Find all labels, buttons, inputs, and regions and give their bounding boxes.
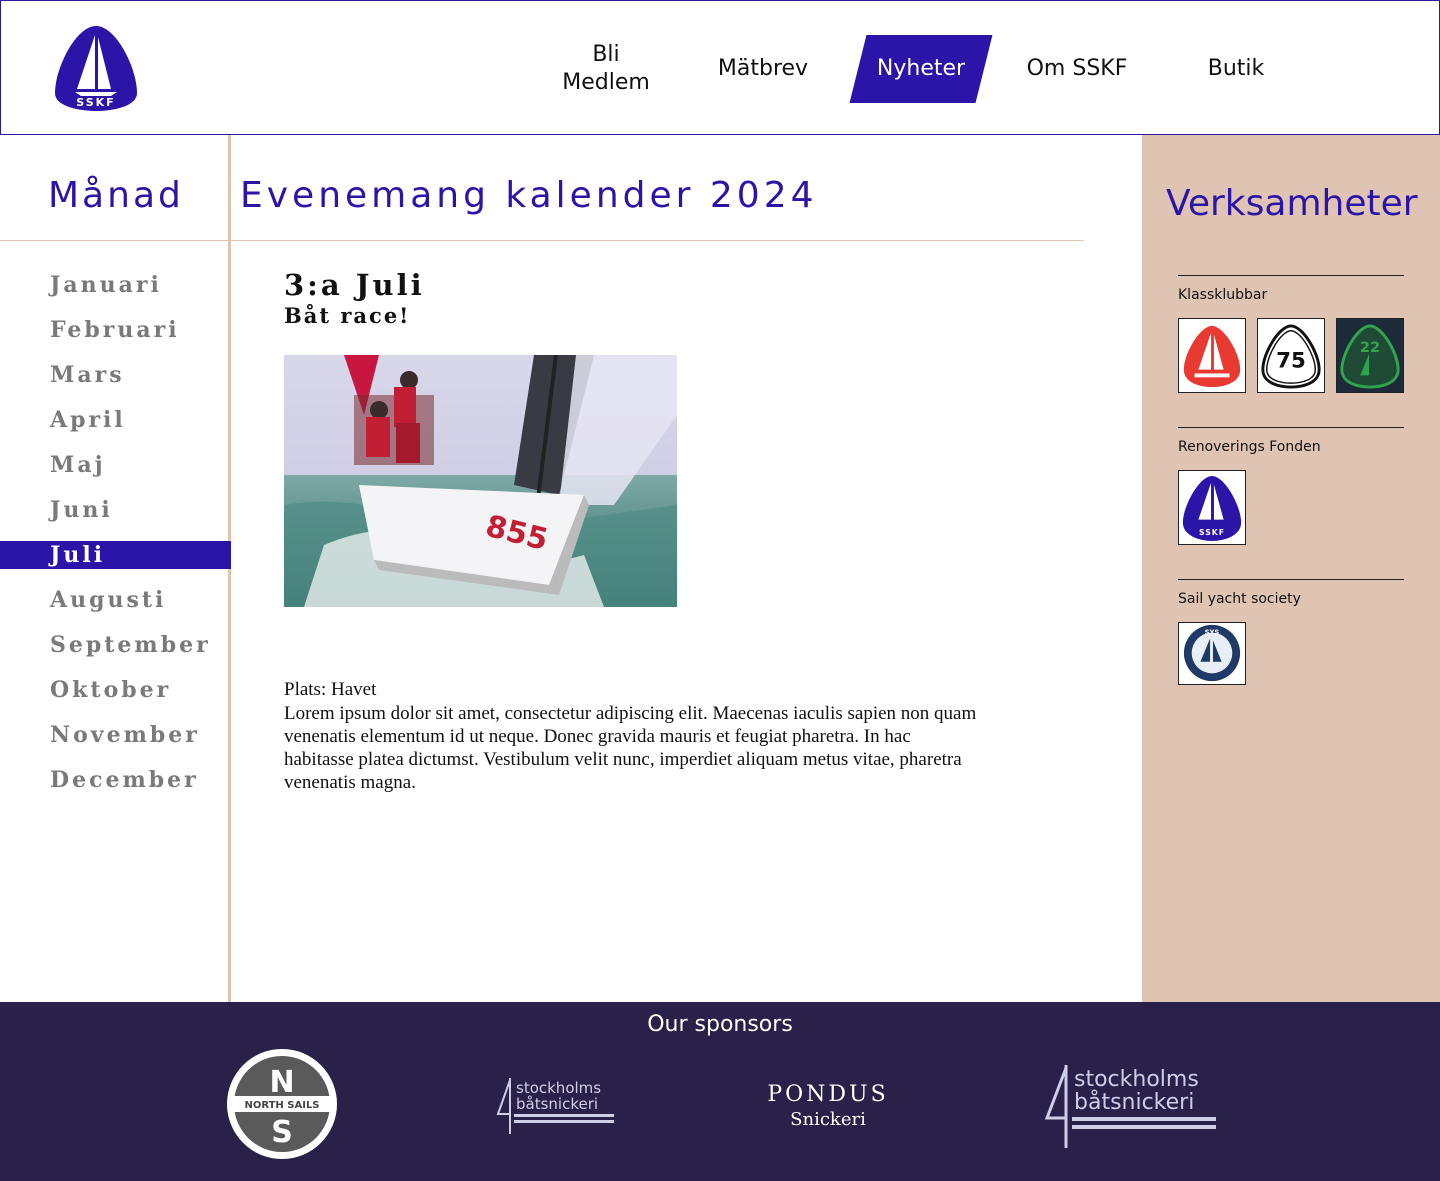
month-september[interactable]: September bbox=[0, 622, 231, 667]
month-april[interactable]: April bbox=[0, 397, 231, 442]
sskf-sail-icon: SSKF bbox=[1182, 475, 1242, 541]
month-augusti[interactable]: Augusti bbox=[0, 577, 231, 622]
sponsor-stockholms-batsnickeri-small[interactable]: stockholms båtsnickeri bbox=[496, 1076, 618, 1138]
svg-text:båtsnickeri: båtsnickeri bbox=[1074, 1089, 1194, 1115]
month-januari[interactable]: Januari bbox=[0, 262, 231, 307]
north-sails-logo-icon: N NORTH SAILS S bbox=[227, 1049, 337, 1159]
sys-badge[interactable]: SYS bbox=[1178, 622, 1246, 685]
svg-text:båtsnickeri: båtsnickeri bbox=[516, 1095, 598, 1113]
sidebar-divider bbox=[1178, 275, 1404, 276]
month-december[interactable]: December bbox=[0, 757, 231, 802]
green-22-icon: 22 bbox=[1337, 319, 1403, 392]
section-label-sail-yacht-society: Sail yacht society bbox=[1178, 591, 1301, 607]
sskf-badge[interactable]: SSKF bbox=[1178, 470, 1246, 545]
month-juli[interactable]: Juli bbox=[0, 541, 231, 569]
sailboat-photo-icon: 855 bbox=[284, 355, 677, 607]
event-place: Plats: Havet bbox=[284, 679, 377, 700]
svg-text:22: 22 bbox=[1360, 339, 1380, 356]
sponsors-footer: Our sponsors N NORTH SAILS S stockholms … bbox=[0, 1002, 1440, 1181]
month-februari[interactable]: Februari bbox=[0, 307, 231, 352]
event-date: 3:a Juli bbox=[284, 268, 425, 302]
calendar-title: Evenemang kalender 2024 bbox=[240, 175, 818, 216]
nav-bli-medlem[interactable]: Bli Medlem bbox=[541, 35, 671, 103]
svg-text:stockholms: stockholms bbox=[1074, 1067, 1199, 1092]
sail-logo-icon: SSKF bbox=[55, 26, 137, 111]
month-heading: Månad bbox=[48, 175, 184, 216]
sponsor-pondus-snickeri[interactable]: PONDUS Snickeri bbox=[756, 1082, 900, 1138]
sidebar-divider bbox=[1178, 427, 1404, 428]
batsnickeri-logo-icon: stockholms båtsnickeri bbox=[1044, 1065, 1216, 1148]
site-header: SSKF Bli Medlem Mätbrev Nyheter Om SSKF … bbox=[0, 0, 1440, 135]
sys-icon: SYS bbox=[1183, 624, 1241, 682]
svg-text:NORTH SAILS: NORTH SAILS bbox=[244, 1100, 319, 1111]
month-maj[interactable]: Maj bbox=[0, 442, 231, 487]
event-description: Lorem ipsum dolor sit amet, consectetur … bbox=[284, 703, 977, 793]
svg-text:75: 75 bbox=[1276, 349, 1306, 374]
month-oktober[interactable]: Oktober bbox=[0, 667, 231, 712]
75-klubben-badge[interactable]: 75 bbox=[1257, 318, 1325, 393]
event-image: 855 bbox=[284, 355, 677, 607]
nav-om-sskf[interactable]: Om SSKF bbox=[1012, 35, 1142, 103]
sponsor-stockholms-batsnickeri-large[interactable]: stockholms båtsnickeri bbox=[1042, 1062, 1222, 1152]
sidebar-title: Verksamheter bbox=[1166, 183, 1418, 224]
batsnickeri-logo-icon: stockholms båtsnickeri bbox=[496, 1078, 614, 1134]
month-november[interactable]: November bbox=[0, 712, 231, 757]
sskf-logo[interactable]: SSKF bbox=[51, 23, 141, 113]
75-klubben-icon: 75 bbox=[1261, 324, 1321, 389]
sidebar-divider bbox=[1178, 579, 1404, 580]
section-label-renoverings-fonden: Renoverings Fonden bbox=[1178, 439, 1321, 455]
svg-text:SYS: SYS bbox=[1205, 629, 1220, 637]
sponsors-title: Our sponsors bbox=[647, 1012, 793, 1037]
heading-divider bbox=[0, 240, 1084, 241]
svg-text:SSKF: SSKF bbox=[1199, 528, 1225, 537]
pondus-subtitle: Snickeri bbox=[790, 1109, 866, 1130]
sponsor-north-sails[interactable]: N NORTH SAILS S bbox=[226, 1048, 338, 1160]
nav-butik[interactable]: Butik bbox=[1171, 35, 1301, 103]
event-subtitle: Båt race! bbox=[284, 303, 411, 328]
svg-text:SSKF: SSKF bbox=[76, 96, 115, 109]
green-22-badge[interactable]: 22 bbox=[1336, 318, 1404, 393]
pondus-name: PONDUS bbox=[767, 1082, 889, 1107]
month-mars[interactable]: Mars bbox=[0, 352, 231, 397]
svg-text:N: N bbox=[269, 1065, 294, 1100]
section-label-klassklubbar: Klassklubbar bbox=[1178, 287, 1268, 303]
nav-matbrev[interactable]: Mätbrev bbox=[698, 35, 828, 103]
red-sail-badge[interactable] bbox=[1178, 318, 1246, 393]
month-juni[interactable]: Juni bbox=[0, 487, 231, 532]
svg-text:S: S bbox=[271, 1115, 293, 1150]
nav-nyheter[interactable]: Nyheter bbox=[858, 35, 984, 103]
month-list: Januari Februari Mars April Maj Juni Jul… bbox=[0, 262, 231, 802]
red-sail-icon bbox=[1183, 325, 1241, 388]
verksamheter-sidebar: Verksamheter Klassklubbar 75 22 Renoveri… bbox=[1142, 135, 1440, 1002]
